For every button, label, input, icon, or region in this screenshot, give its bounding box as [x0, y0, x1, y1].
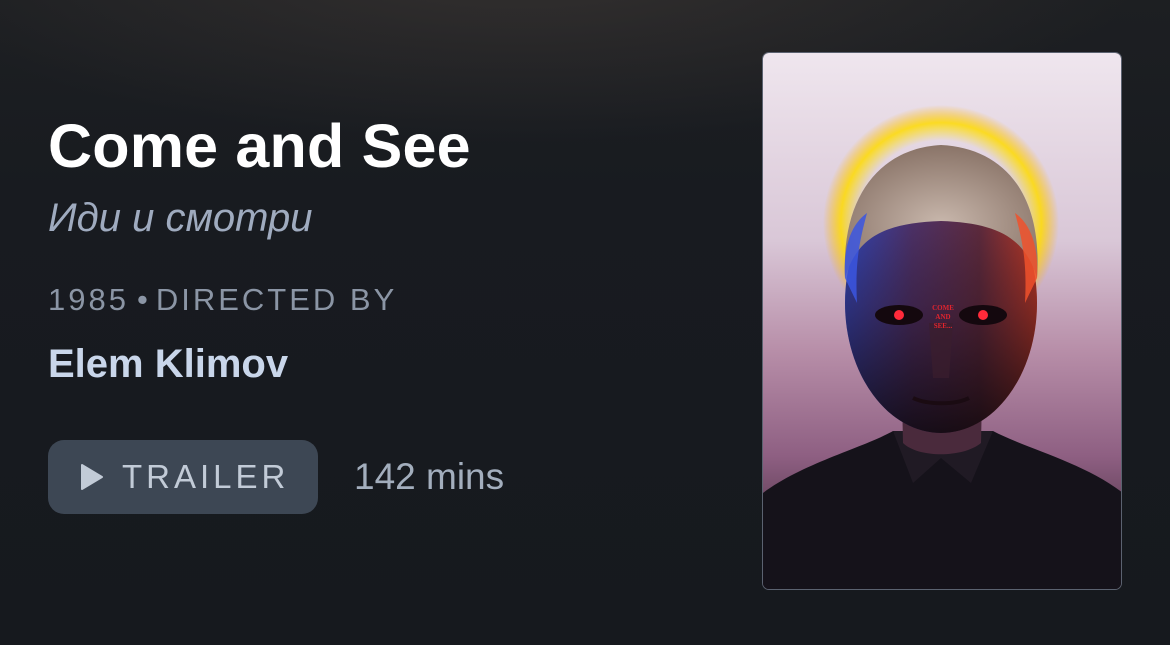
trailer-button[interactable]: TRAILER	[48, 440, 318, 514]
poster-title-line-3: SEE...	[934, 322, 953, 330]
poster-title-line-1: COME	[932, 304, 954, 312]
actions-row: TRAILER 142 mins	[48, 440, 688, 514]
trailer-label: TRAILER	[122, 458, 290, 495]
director-name[interactable]: Elem Klimov	[48, 340, 688, 388]
runtime: 142 mins	[354, 456, 505, 497]
poster-artwork: COME AND SEE...	[763, 53, 1121, 589]
film-poster[interactable]: COME AND SEE...	[762, 52, 1122, 590]
release-year[interactable]: 1985	[48, 282, 129, 317]
film-info: Come and See Иди и смотри 1985 • DIRECTED …	[48, 110, 688, 514]
directed-by-label: DIRECTED BY	[155, 282, 398, 317]
film-meta: 1985 • DIRECTED BY	[48, 282, 688, 318]
film-title: Come and See	[48, 112, 471, 180]
poster-title-line-2: AND	[935, 313, 950, 321]
meta-separator: •	[136, 282, 148, 317]
play-icon	[80, 463, 104, 491]
original-title: Иди и смотри	[48, 196, 313, 240]
